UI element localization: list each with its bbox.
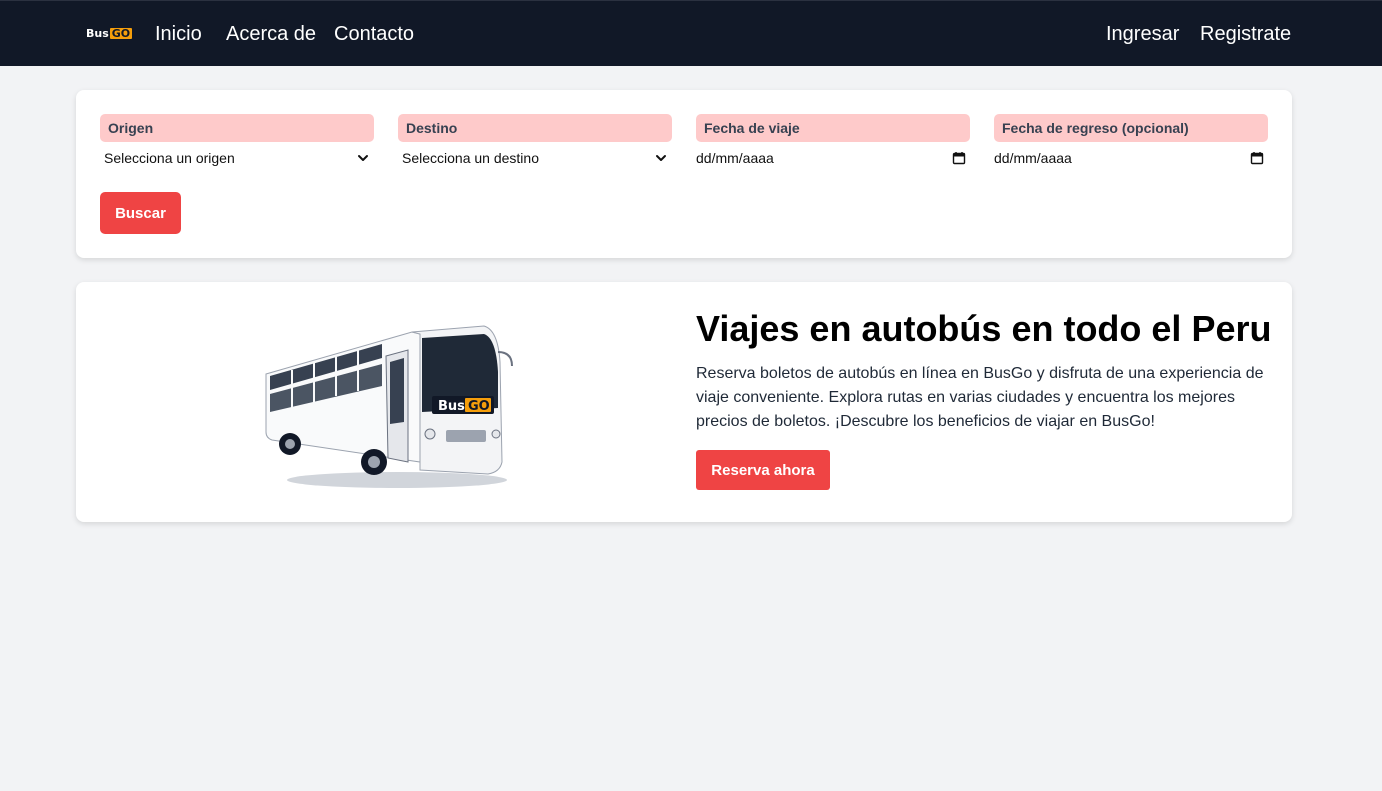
top-navbar: Bus GO Inicio Acerca de Contacto Ingresa… bbox=[0, 0, 1382, 66]
origin-select[interactable]: Selecciona un origen bbox=[100, 146, 374, 170]
return-date-field: Fecha de regreso (opcional) dd/mm/aaaa bbox=[994, 114, 1268, 170]
bus-logo-text: Bus bbox=[438, 399, 465, 414]
calendar-icon[interactable] bbox=[952, 151, 966, 165]
origin-select-value: Selecciona un origen bbox=[104, 150, 235, 166]
destination-select[interactable]: Selecciona un destino bbox=[398, 146, 672, 170]
return-date-value: dd/mm/aaaa bbox=[994, 150, 1072, 166]
travel-date-value: dd/mm/aaaa bbox=[696, 150, 774, 166]
travel-date-field: Fecha de viaje dd/mm/aaaa bbox=[696, 114, 970, 170]
register-link[interactable]: Registrate bbox=[1200, 23, 1291, 46]
search-card: Origen Selecciona un origen Destino Sele… bbox=[76, 90, 1292, 258]
nav-link-inicio[interactable]: Inicio bbox=[155, 23, 202, 46]
hero-card: Bus GO Viajes en autobús en todo el Peru… bbox=[76, 282, 1292, 522]
bus-logo-accent: GO bbox=[468, 399, 490, 414]
search-button[interactable]: Buscar bbox=[100, 192, 181, 234]
origin-label: Origen bbox=[100, 114, 374, 142]
travel-date-input[interactable]: dd/mm/aaaa bbox=[696, 146, 970, 170]
busgo-logo[interactable]: Bus GO bbox=[86, 27, 133, 40]
hero-description: Reserva boletos de autobús en línea en B… bbox=[696, 365, 1264, 430]
logo-text-go: GO bbox=[109, 27, 133, 40]
reserve-now-button[interactable]: Reserva ahora bbox=[696, 450, 830, 490]
return-date-input[interactable]: dd/mm/aaaa bbox=[994, 146, 1268, 170]
chevron-down-icon bbox=[656, 155, 666, 161]
nav-link-contacto[interactable]: Contacto bbox=[334, 23, 414, 46]
login-link[interactable]: Ingresar bbox=[1106, 23, 1179, 46]
origin-field: Origen Selecciona un origen bbox=[100, 114, 374, 170]
travel-date-label: Fecha de viaje bbox=[696, 114, 970, 142]
return-date-label: Fecha de regreso (opcional) bbox=[994, 114, 1268, 142]
bus-illustration: Bus GO bbox=[265, 325, 513, 488]
destination-field: Destino Selecciona un destino bbox=[398, 114, 672, 170]
calendar-icon[interactable] bbox=[1250, 151, 1264, 165]
logo-text-bus: Bus bbox=[86, 27, 109, 40]
chevron-down-icon bbox=[358, 155, 368, 161]
nav-link-acerca-de[interactable]: Acerca de bbox=[226, 23, 316, 46]
destination-select-value: Selecciona un destino bbox=[402, 150, 539, 166]
hero-title: Viajes en autobús en todo el Peru bbox=[696, 308, 1272, 349]
destination-label: Destino bbox=[398, 114, 672, 142]
